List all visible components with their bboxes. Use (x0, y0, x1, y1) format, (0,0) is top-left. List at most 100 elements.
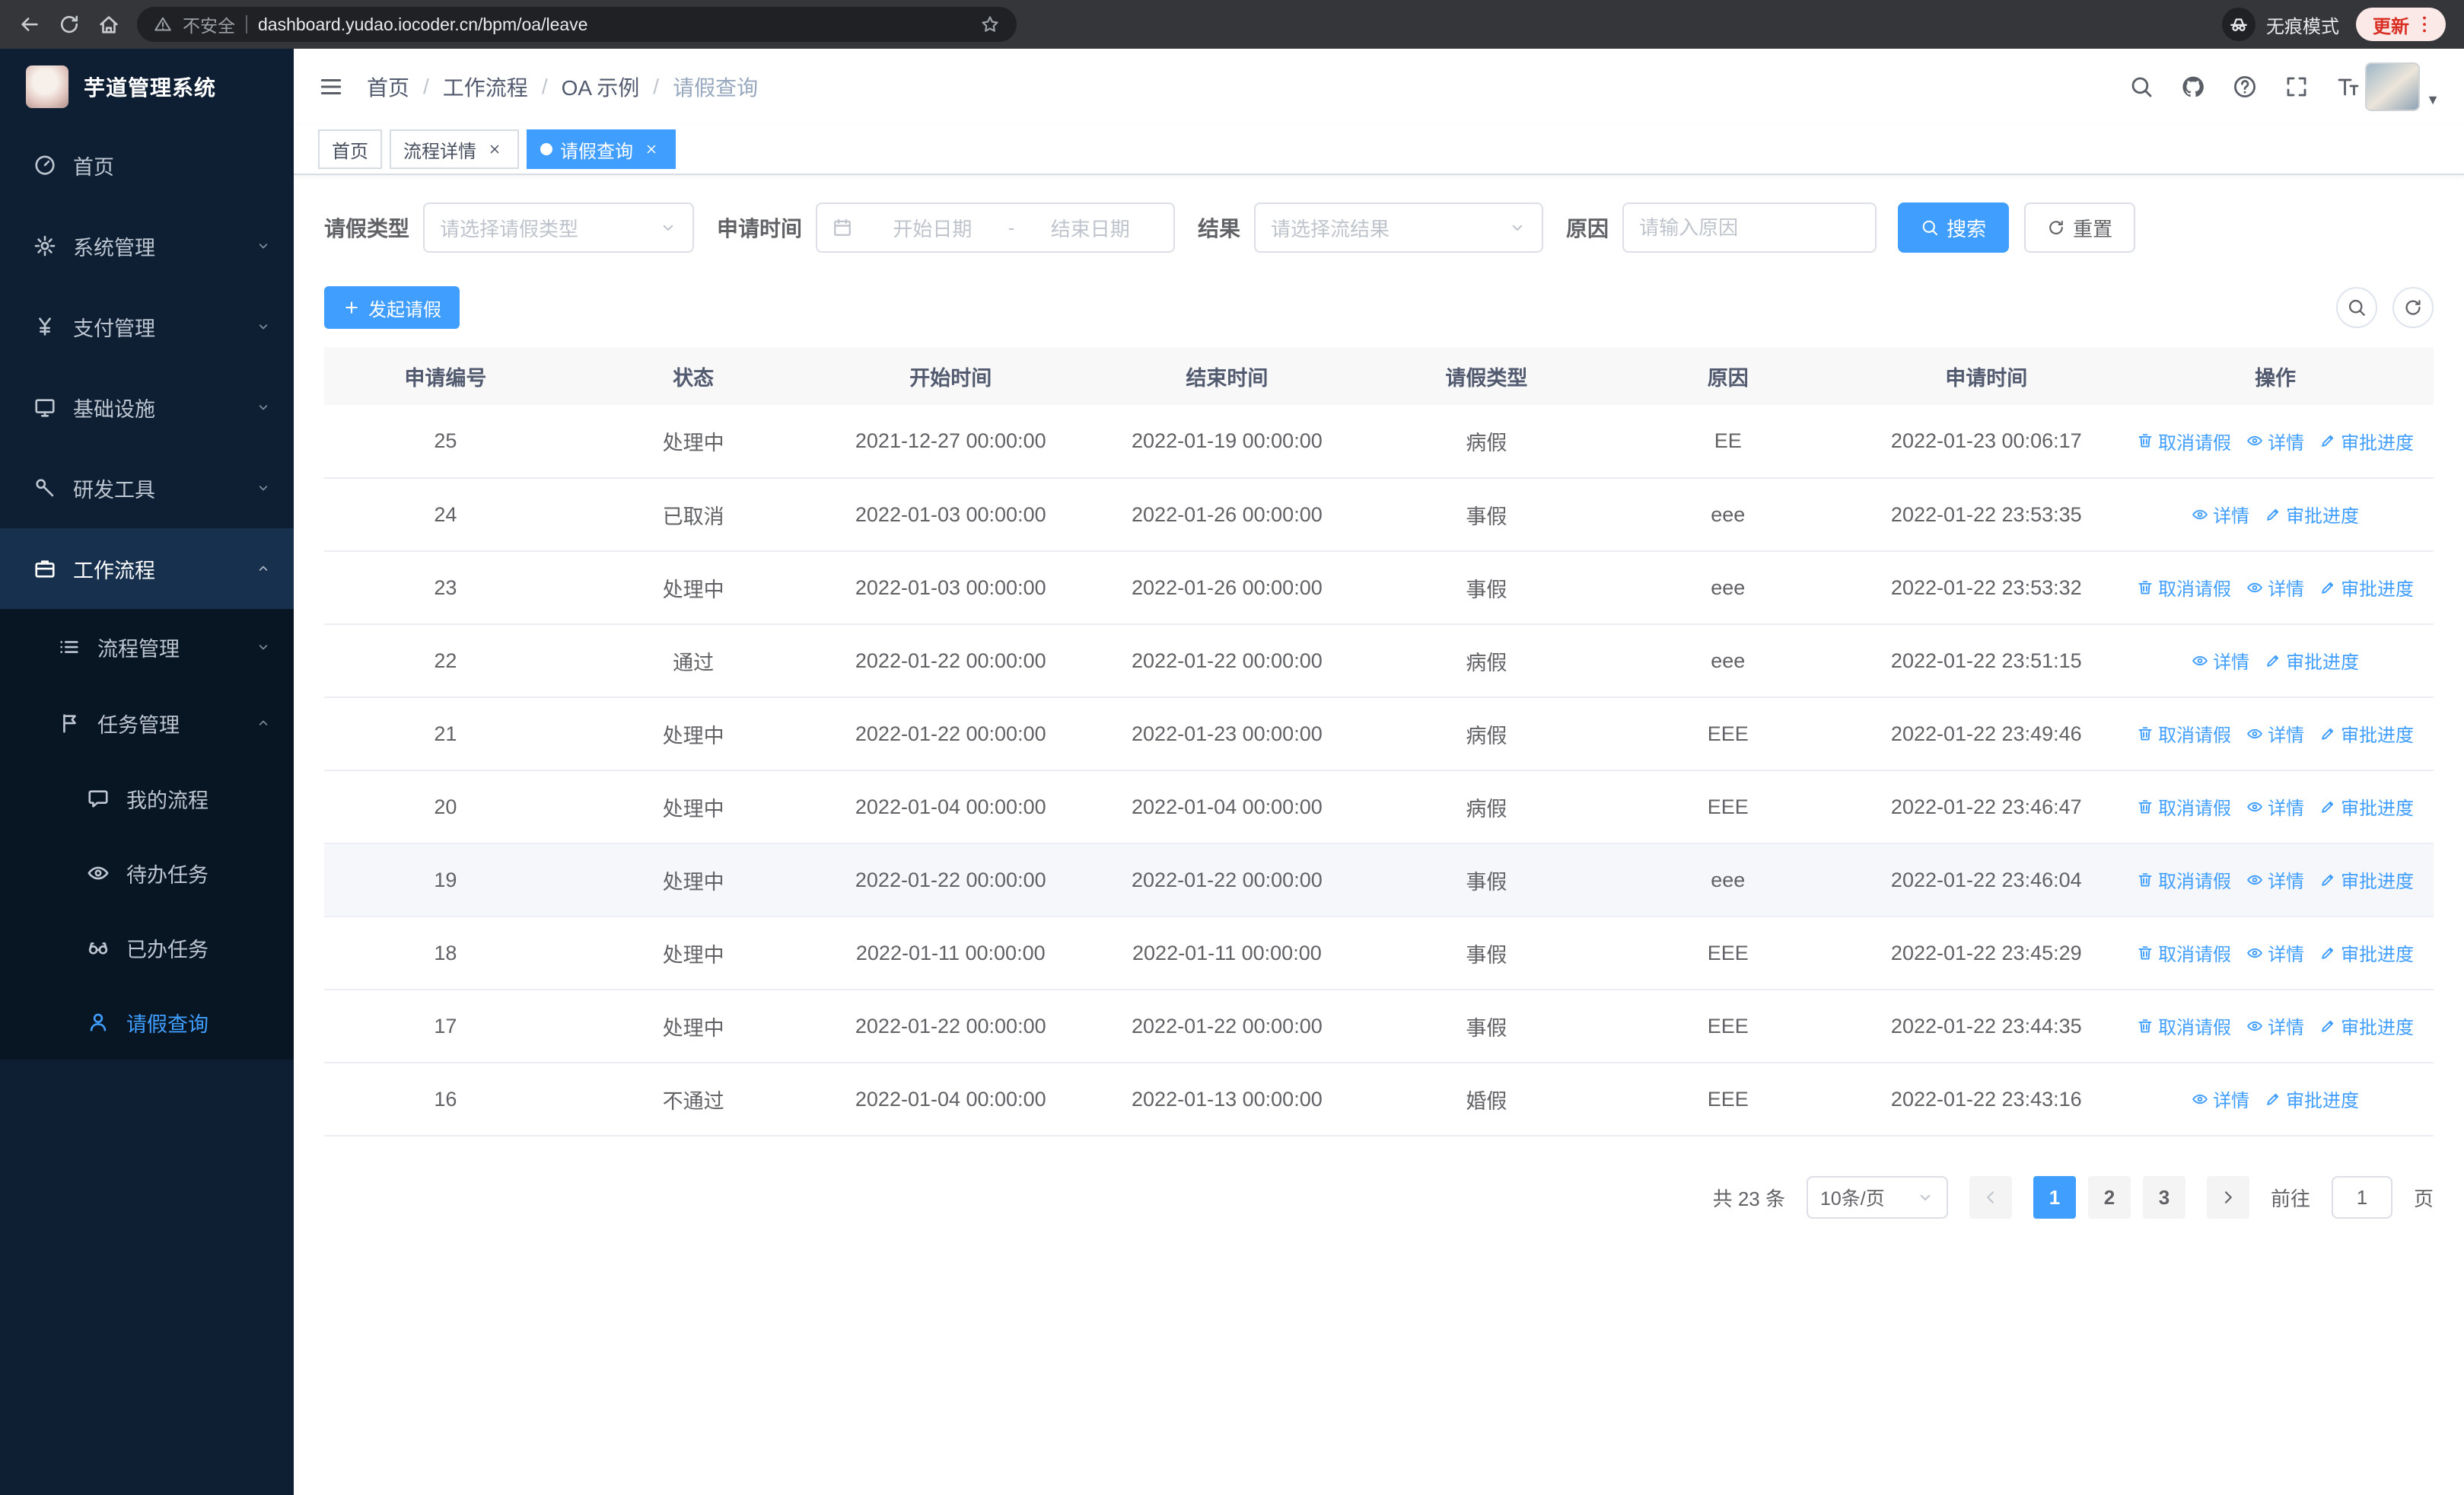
approval-progress-link[interactable]: 审批进度 (2319, 428, 2414, 454)
cell-status: 处理中 (566, 697, 820, 771)
sidebar-item[interactable]: 已办任务 (0, 910, 294, 985)
approval-progress-link[interactable]: 审批进度 (2319, 720, 2414, 747)
refresh-table-button[interactable] (2392, 287, 2434, 328)
bookmark-star-icon[interactable] (980, 14, 1000, 34)
reset-button[interactable]: 重置 (2024, 202, 2136, 253)
cell-end-time: 2022-01-19 00:00:00 (1081, 405, 1373, 479)
detail-link[interactable]: 详情 (2192, 647, 2249, 674)
security-label[interactable]: 不安全 (183, 11, 235, 37)
cancel-leave-link[interactable]: 取消请假 (2137, 939, 2231, 966)
cancel-leave-link[interactable]: 取消请假 (2137, 720, 2231, 747)
cell-status: 处理中 (566, 770, 820, 844)
cancel-leave-link[interactable]: 取消请假 (2137, 793, 2231, 820)
sidebar-collapse-icon[interactable] (318, 74, 344, 100)
sidebar-item[interactable]: 研发工具 (0, 448, 294, 528)
cancel-leave-link[interactable]: 取消请假 (2137, 866, 2231, 893)
sidebar-item[interactable]: 系统管理 (0, 206, 294, 286)
github-icon[interactable] (2181, 75, 2205, 99)
breadcrumb-item[interactable]: 首页 (367, 72, 409, 102)
detail-link[interactable]: 详情 (2192, 501, 2249, 528)
detail-link[interactable]: 详情 (2246, 793, 2304, 820)
approval-progress-link[interactable]: 审批进度 (2265, 647, 2359, 674)
tab[interactable]: 请假查询 (527, 129, 676, 169)
tab-close-icon[interactable] (484, 139, 505, 160)
approval-progress-link[interactable]: 审批进度 (2319, 574, 2414, 601)
leave-type-select[interactable]: 请选择请假类型 (423, 202, 695, 253)
cancel-leave-link[interactable]: 取消请假 (2137, 1012, 2231, 1039)
cell-leave-type: 病假 (1372, 405, 1601, 479)
goto-page-input[interactable] (2331, 1176, 2392, 1219)
sidebar-item[interactable]: 我的流程 (0, 761, 294, 836)
sidebar-item-label: 基础设施 (73, 397, 155, 421)
cell-end-time: 2022-01-04 00:00:00 (1081, 770, 1373, 844)
page-size-select[interactable]: 10条/页 (1806, 1176, 1948, 1219)
cancel-leave-link[interactable]: 取消请假 (2137, 574, 2231, 601)
breadcrumb-item[interactable]: OA 示例 (562, 72, 640, 102)
browser-menu-icon[interactable] (2414, 14, 2435, 35)
sidebar-item[interactable]: 基础设施 (0, 367, 294, 448)
approval-progress-link[interactable]: 审批进度 (2265, 501, 2359, 528)
tab-close-icon[interactable] (641, 139, 662, 160)
cell-actions: 取消请假 详情 审批进度 (2117, 916, 2434, 990)
cell-start-time: 2022-01-03 00:00:00 (820, 478, 1082, 552)
update-label: 更新 (2373, 16, 2409, 37)
sidebar-item[interactable]: 工作流程 (0, 528, 294, 609)
approval-progress-link[interactable]: 审批进度 (2319, 793, 2414, 820)
sidebar-item[interactable]: 首页 (0, 125, 294, 206)
sidebar-item[interactable]: 流程管理 (0, 609, 294, 685)
approval-progress-link[interactable]: 审批进度 (2265, 1085, 2359, 1112)
question-icon[interactable] (2233, 75, 2257, 99)
page-button[interactable]: 1 (2033, 1176, 2076, 1219)
cancel-leave-link[interactable]: 取消请假 (2137, 428, 2231, 454)
approval-progress-link[interactable]: 审批进度 (2319, 866, 2414, 893)
action-link-label: 取消请假 (2158, 1018, 2232, 1039)
browser-update-button[interactable]: 更新 (2356, 8, 2446, 41)
action-link-label: 审批进度 (2341, 579, 2415, 601)
sidebar-item[interactable]: 待办任务 (0, 836, 294, 910)
approval-progress-link[interactable]: 审批进度 (2319, 939, 2414, 966)
warning-icon (154, 15, 172, 33)
reason-input[interactable] (1622, 202, 1877, 253)
detail-link[interactable]: 详情 (2246, 720, 2304, 747)
sidebar-item[interactable]: 任务管理 (0, 685, 294, 761)
breadcrumb-item[interactable]: 工作流程 (443, 72, 528, 102)
user-avatar[interactable]: ▼ (2365, 62, 2440, 111)
sidebar-item[interactable]: 请假查询 (0, 985, 294, 1060)
date-start-placeholder[interactable]: 开始日期 (864, 214, 1001, 242)
fontsize-icon[interactable] (2336, 75, 2361, 99)
action-link-label: 审批进度 (2341, 1018, 2415, 1039)
edit-icon (2265, 506, 2281, 523)
page-button[interactable]: 2 (2087, 1176, 2131, 1219)
breadcrumb-separator: / (653, 75, 660, 98)
sidebar-item[interactable]: 支付管理 (0, 286, 294, 367)
detail-link[interactable]: 详情 (2246, 866, 2304, 893)
address-bar[interactable]: 不安全 dashboard.yudao.iocoder.cn/bpm/oa/le… (137, 7, 1017, 42)
cell-actions: 详情 审批进度 (2117, 478, 2434, 552)
toggle-search-button[interactable] (2336, 287, 2377, 328)
date-end-placeholder[interactable]: 结束日期 (1022, 214, 1158, 242)
apply-time-range-picker[interactable]: 开始日期 - 结束日期 (816, 202, 1176, 253)
detail-link[interactable]: 详情 (2246, 939, 2304, 966)
create-leave-button[interactable]: 发起请假 (324, 286, 460, 329)
back-icon[interactable] (18, 13, 41, 36)
approval-progress-link[interactable]: 审批进度 (2319, 1012, 2414, 1039)
tab[interactable]: 首页 (318, 129, 382, 169)
table-row: 24 已取消 2022-01-03 00:00:00 2022-01-26 00:00… (324, 478, 2434, 552)
detail-link[interactable]: 详情 (2246, 428, 2304, 454)
fullscreen-icon[interactable] (2284, 75, 2309, 99)
page-button[interactable]: 3 (2142, 1176, 2185, 1219)
cell-actions: 取消请假 详情 审批进度 (2117, 990, 2434, 1063)
home-icon[interactable] (97, 13, 120, 36)
prev-page-button[interactable] (1969, 1176, 2012, 1219)
next-page-button[interactable] (2206, 1176, 2249, 1219)
tab[interactable]: 流程详情 (390, 129, 519, 169)
search-button[interactable]: 搜索 (1898, 202, 2010, 253)
detail-link[interactable]: 详情 (2192, 1085, 2249, 1112)
url-text[interactable]: dashboard.yudao.iocoder.cn/bpm/oa/leave (258, 14, 969, 35)
result-select[interactable]: 请选择流结果 (1254, 202, 1544, 253)
detail-link[interactable]: 详情 (2246, 574, 2304, 601)
reload-icon[interactable] (58, 13, 81, 36)
detail-link[interactable]: 详情 (2246, 1012, 2304, 1039)
search-icon[interactable] (2129, 75, 2154, 99)
cell-actions: 取消请假 详情 审批进度 (2117, 551, 2434, 625)
